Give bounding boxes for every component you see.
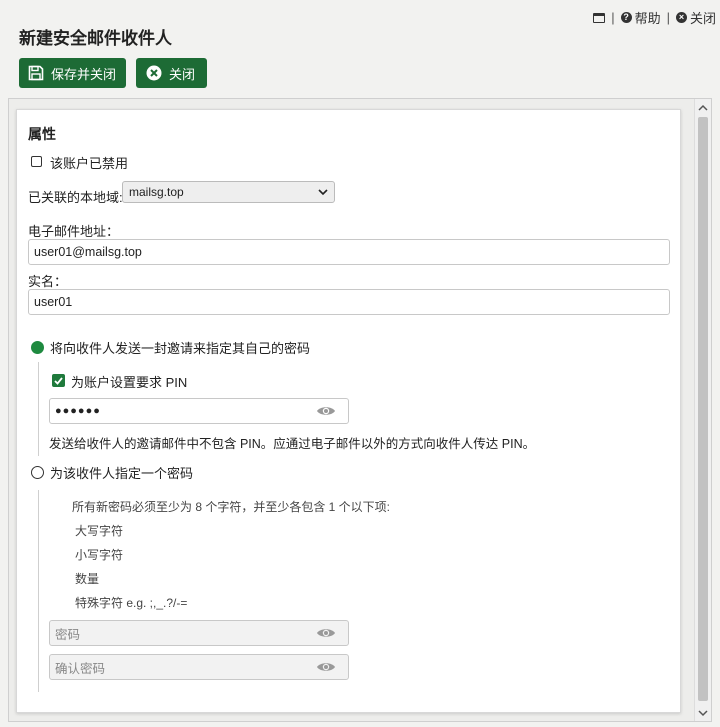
realname-value: user01 — [34, 295, 73, 309]
save-icon — [28, 65, 44, 81]
close-label: 关闭 — [169, 66, 196, 82]
separator: | — [611, 10, 615, 25]
pin-field[interactable]: ●●●●●● — [49, 398, 349, 424]
top-close-link[interactable]: × 关闭 — [675, 8, 716, 27]
requirement-item: 特殊字符 e.g. ;,_.?/-= — [75, 596, 188, 610]
email-label: 电子邮件地址： — [28, 224, 120, 239]
action-toolbar: 保存并关闭 关闭 — [19, 58, 208, 88]
local-domain-select[interactable]: mailsg.top — [122, 181, 335, 203]
help-label: 帮助 — [634, 11, 661, 26]
disabled-checkbox-label: 该账户已禁用 — [50, 156, 129, 171]
top-close-label: 关闭 — [689, 11, 716, 26]
password-placeholder: 密码 — [55, 627, 81, 642]
eye-icon[interactable] — [316, 405, 336, 417]
help-icon: ? — [620, 12, 632, 23]
help-link[interactable]: ? 帮助 — [620, 8, 661, 27]
page-title: 新建安全邮件收件人 — [19, 29, 172, 49]
close-button[interactable]: 关闭 — [136, 58, 208, 88]
close-icon: × — [675, 12, 687, 23]
realname-label: 实名： — [28, 274, 68, 289]
email-value: user01@mailsg.top — [34, 245, 142, 259]
save-close-button[interactable]: 保存并关闭 — [19, 58, 127, 88]
local-domain-label: 已关联的本地域: — [28, 190, 123, 205]
scroll-up-icon[interactable] — [695, 99, 711, 115]
top-links: | ? 帮助 | × 关闭 — [593, 8, 716, 27]
check-icon — [54, 376, 63, 385]
invite-radio[interactable] — [31, 341, 44, 354]
scroll-down-icon[interactable] — [695, 705, 711, 721]
pin-value: ●●●●●● — [55, 405, 101, 417]
chevron-down-icon — [318, 188, 328, 195]
content-frame: 属性 该账户已禁用 已关联的本地域: mailsg.top 电子邮件地址： us… — [8, 98, 712, 722]
pin-checkbox-label: 为账户设置要求 PIN — [71, 375, 188, 390]
scrollbar-thumb[interactable] — [698, 117, 708, 701]
realname-field[interactable]: user01 — [28, 289, 670, 315]
invite-radio-label: 将向收件人发送一封邀请来指定其自己的密码 — [50, 341, 311, 356]
password-field[interactable]: 密码 — [49, 620, 349, 646]
window-icon[interactable] — [593, 12, 606, 23]
separator: | — [666, 10, 670, 25]
eye-icon[interactable] — [316, 627, 336, 639]
local-domain-value: mailsg.top — [129, 185, 184, 199]
invite-indent-line — [38, 362, 39, 456]
disabled-checkbox[interactable] — [31, 156, 42, 167]
close-circle-icon — [146, 65, 162, 81]
requirement-item: 大写字符 — [75, 524, 124, 538]
save-close-label: 保存并关闭 — [51, 66, 117, 82]
eye-icon[interactable] — [316, 661, 336, 673]
section-title: 属性 — [28, 126, 56, 142]
assign-radio[interactable] — [31, 466, 44, 479]
properties-panel: 属性 该账户已禁用 已关联的本地域: mailsg.top 电子邮件地址： us… — [16, 109, 681, 713]
assign-radio-label: 为该收件人指定一个密码 — [50, 466, 194, 481]
assign-indent-line — [38, 490, 39, 692]
confirm-placeholder: 确认密码 — [55, 661, 106, 676]
requirement-item: 数量 — [75, 572, 100, 586]
confirm-password-field[interactable]: 确认密码 — [49, 654, 349, 680]
requirement-item: 小写字符 — [75, 548, 124, 562]
vertical-scrollbar[interactable] — [694, 99, 711, 721]
pin-checkbox[interactable] — [52, 374, 65, 387]
email-field[interactable]: user01@mailsg.top — [28, 239, 670, 265]
requirements-intro: 所有新密码必须至少为 8 个字符，并至少各包含 1 个以下项: — [72, 500, 391, 514]
pin-note: 发送给收件人的邀请邮件中不包含 PIN。应通过电子邮件以外的方式向收件人传达 P… — [49, 437, 536, 451]
